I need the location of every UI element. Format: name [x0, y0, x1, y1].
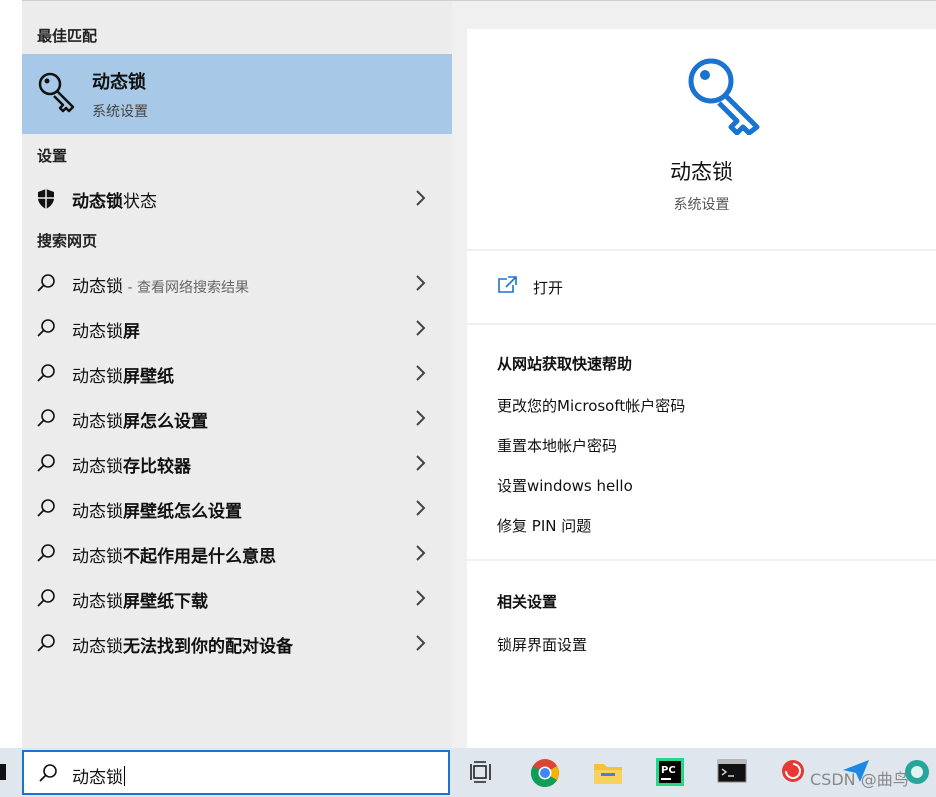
- chevron-right-icon: [416, 410, 426, 426]
- related-settings-header: 相关设置: [497, 593, 558, 611]
- preview-subtitle: 系统设置: [673, 197, 730, 213]
- web-search-item-label: 动态锁存比较器: [72, 457, 191, 477]
- chrome-icon[interactable]: [530, 758, 560, 788]
- related-settings-card: 相关设置 锁屏界面设置: [467, 561, 936, 749]
- key-large-icon: [688, 58, 760, 135]
- terminal-icon[interactable]: [717, 758, 747, 784]
- open-card: 打开: [467, 251, 936, 323]
- search-icon: [37, 634, 55, 652]
- best-match-header: 最佳匹配: [37, 27, 98, 45]
- search-icon: [37, 319, 55, 337]
- web-search-item[interactable]: 动态锁存比较器: [22, 441, 452, 485]
- shield-icon: [38, 189, 54, 209]
- chevron-right-icon: [416, 545, 426, 561]
- settings-item-label: 动态锁状态: [72, 192, 157, 212]
- web-help-card: 从网站获取快速帮助 更改您的Microsoft帐户密码 重置本地帐户密码 设置w…: [467, 325, 936, 559]
- chevron-right-icon: [416, 190, 426, 206]
- chevron-right-icon: [416, 590, 426, 606]
- search-icon: [37, 274, 55, 292]
- web-search-item-label: 动态锁不起作用是什么意思: [72, 547, 276, 567]
- search-box[interactable]: 动态锁: [22, 750, 450, 795]
- web-search-item[interactable]: 动态锁屏壁纸怎么设置: [22, 486, 452, 530]
- best-match-title: 动态锁: [92, 72, 146, 93]
- search-icon: [37, 589, 55, 607]
- search-icon: [37, 454, 55, 472]
- search-icon: [37, 364, 55, 382]
- svg-text:PC: PC: [661, 765, 676, 776]
- app-swirl-icon[interactable]: [780, 758, 806, 784]
- web-search-item-label: 动态锁屏: [72, 322, 140, 342]
- open-label: 打开: [533, 279, 564, 297]
- web-search-item-label: 动态锁屏壁纸怎么设置: [72, 502, 242, 522]
- chevron-right-icon: [416, 365, 426, 381]
- web-search-item-label: 动态锁屏壁纸: [72, 367, 174, 387]
- chevron-right-icon: [416, 275, 426, 291]
- search-icon: [37, 544, 55, 562]
- csdn-watermark: CSDN @曲鸟: [810, 770, 909, 789]
- help-link-change-ms-password[interactable]: 更改您的Microsoft帐户密码: [497, 395, 685, 416]
- web-search-item[interactable]: 动态锁屏壁纸: [22, 351, 452, 395]
- help-link-reset-local-password[interactable]: 重置本地帐户密码: [497, 435, 617, 456]
- web-search-item[interactable]: 动态锁无法找到你的配对设备: [22, 621, 452, 665]
- chevron-right-icon: [416, 500, 426, 516]
- start-button-edge[interactable]: [0, 764, 6, 780]
- open-action[interactable]: 打开: [497, 273, 617, 301]
- web-help-header: 从网站获取快速帮助: [497, 355, 633, 373]
- chevron-right-icon: [416, 455, 426, 471]
- web-search-header: 搜索网页: [37, 232, 98, 250]
- web-search-item-label: 动态锁屏怎么设置: [72, 412, 208, 432]
- best-match-item[interactable]: 动态锁 系统设置: [22, 54, 452, 134]
- help-link-fix-pin[interactable]: 修复 PIN 问题: [497, 515, 591, 536]
- web-search-item[interactable]: 动态锁 - 查看网络搜索结果: [22, 261, 452, 305]
- web-search-item[interactable]: 动态锁屏壁纸下载: [22, 576, 452, 620]
- search-icon: [39, 764, 57, 782]
- file-explorer-icon[interactable]: [593, 758, 623, 786]
- search-input[interactable]: 动态锁: [72, 763, 125, 788]
- results-panel: 最佳匹配 动态锁 系统设置 设置 动态锁状态 搜索网页 动态锁 - 查看网络搜索…: [22, 0, 452, 748]
- search-icon: [37, 499, 55, 517]
- open-external-icon: [498, 276, 517, 293]
- pycharm-icon[interactable]: PC: [656, 758, 684, 786]
- help-link-setup-windows-hello[interactable]: 设置windows hello: [497, 475, 633, 496]
- preview-panel: 动态锁 系统设置 打开 从网站获取快速帮助 更改您的Microsoft帐户密码 …: [452, 0, 936, 749]
- chevron-right-icon: [416, 320, 426, 336]
- web-search-item[interactable]: 动态锁屏: [22, 306, 452, 350]
- settings-header: 设置: [37, 147, 68, 165]
- web-search-item[interactable]: 动态锁屏怎么设置: [22, 396, 452, 440]
- desktop-edge: [0, 0, 22, 748]
- task-view-icon[interactable]: [470, 758, 494, 786]
- preview-title: 动态锁: [670, 160, 733, 184]
- text-caret: [124, 766, 125, 786]
- preview-header-card: 动态锁 系统设置: [467, 29, 936, 249]
- web-search-item-label: 动态锁屏壁纸下载: [72, 592, 208, 612]
- related-link-lock-screen[interactable]: 锁屏界面设置: [497, 634, 587, 655]
- settings-item-dynamic-lock-status[interactable]: 动态锁状态: [22, 176, 452, 220]
- best-match-subtitle: 系统设置: [92, 104, 148, 120]
- web-search-item-label: 动态锁 - 查看网络搜索结果: [72, 277, 249, 297]
- key-icon: [38, 72, 75, 113]
- search-icon: [37, 409, 55, 427]
- web-search-item[interactable]: 动态锁不起作用是什么意思: [22, 531, 452, 575]
- web-search-item-label: 动态锁无法找到你的配对设备: [72, 637, 293, 657]
- chevron-right-icon: [416, 635, 426, 651]
